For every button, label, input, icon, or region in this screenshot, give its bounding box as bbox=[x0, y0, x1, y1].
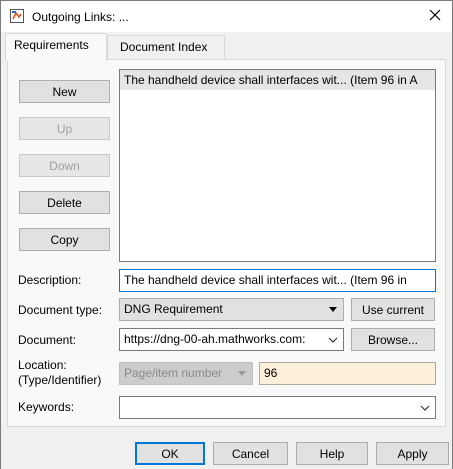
document-select[interactable]: https://dng-00-ah.mathworks.com: bbox=[119, 328, 344, 351]
keywords-label: Keywords: bbox=[18, 400, 75, 414]
document-type-value: DNG Requirement bbox=[124, 302, 223, 316]
title-bar: Outgoing Links: ... bbox=[1, 1, 452, 32]
dropdown-arrow-icon bbox=[236, 363, 248, 384]
apply-button[interactable]: Apply bbox=[376, 442, 449, 465]
browse-button[interactable]: Browse... bbox=[351, 328, 435, 351]
copy-button-label: Copy bbox=[50, 232, 79, 247]
cancel-button[interactable]: Cancel bbox=[213, 442, 288, 465]
document-label: Document: bbox=[18, 333, 77, 347]
location-type-select[interactable]: Page/item number bbox=[119, 362, 253, 385]
links-list[interactable]: The handheld device shall interfaces wit… bbox=[119, 69, 436, 262]
down-button-label: Down bbox=[49, 158, 80, 173]
new-button-label: New bbox=[52, 84, 77, 99]
tab-requirements-label: Requirements bbox=[14, 38, 89, 52]
location-id-field[interactable]: 96 bbox=[259, 362, 436, 385]
up-button[interactable]: Up bbox=[19, 117, 110, 140]
description-label: Description: bbox=[18, 273, 82, 287]
browse-label: Browse... bbox=[367, 332, 418, 347]
use-current-label: Use current bbox=[361, 302, 425, 317]
dropdown-arrow-icon bbox=[327, 299, 339, 320]
keywords-select[interactable] bbox=[119, 396, 436, 419]
tab-document-index-label: Document Index bbox=[120, 40, 208, 54]
document-value: https://dng-00-ah.mathworks.com: bbox=[124, 332, 306, 346]
location-type-value: Page/item number bbox=[124, 366, 223, 380]
description-field[interactable]: The handheld device shall interfaces wit… bbox=[119, 269, 436, 292]
copy-button[interactable]: Copy bbox=[19, 228, 110, 251]
up-button-label: Up bbox=[56, 121, 73, 136]
close-button[interactable] bbox=[418, 1, 452, 32]
chevron-down-icon bbox=[419, 397, 431, 418]
list-item[interactable]: The handheld device shall interfaces wit… bbox=[120, 70, 435, 90]
ok-label: OK bbox=[161, 446, 179, 461]
outgoing-links-dialog: Outgoing Links: ... Requirements Documen… bbox=[0, 0, 453, 469]
window-title: Outgoing Links: ... bbox=[32, 10, 129, 24]
location-label: Location: bbox=[18, 358, 67, 372]
use-current-button[interactable]: Use current bbox=[351, 298, 435, 321]
document-type-label: Document type: bbox=[18, 303, 103, 317]
close-icon bbox=[429, 9, 441, 24]
down-button[interactable]: Down bbox=[19, 154, 110, 177]
cancel-label: Cancel bbox=[231, 446, 270, 461]
location-sublabel: (Type/Identifier) bbox=[18, 373, 102, 387]
tab-document-index[interactable]: Document Index bbox=[107, 35, 225, 59]
chevron-down-icon bbox=[327, 329, 339, 350]
ok-button[interactable]: OK bbox=[135, 442, 205, 465]
delete-button-label: Delete bbox=[47, 195, 82, 210]
new-button[interactable]: New bbox=[19, 80, 110, 103]
document-type-select[interactable]: DNG Requirement bbox=[119, 298, 344, 321]
apply-label: Apply bbox=[397, 446, 428, 461]
tab-requirements[interactable]: Requirements bbox=[5, 33, 107, 61]
delete-button[interactable]: Delete bbox=[19, 191, 110, 214]
help-label: Help bbox=[319, 446, 345, 461]
app-icon bbox=[9, 8, 25, 24]
help-button[interactable]: Help bbox=[296, 442, 368, 465]
